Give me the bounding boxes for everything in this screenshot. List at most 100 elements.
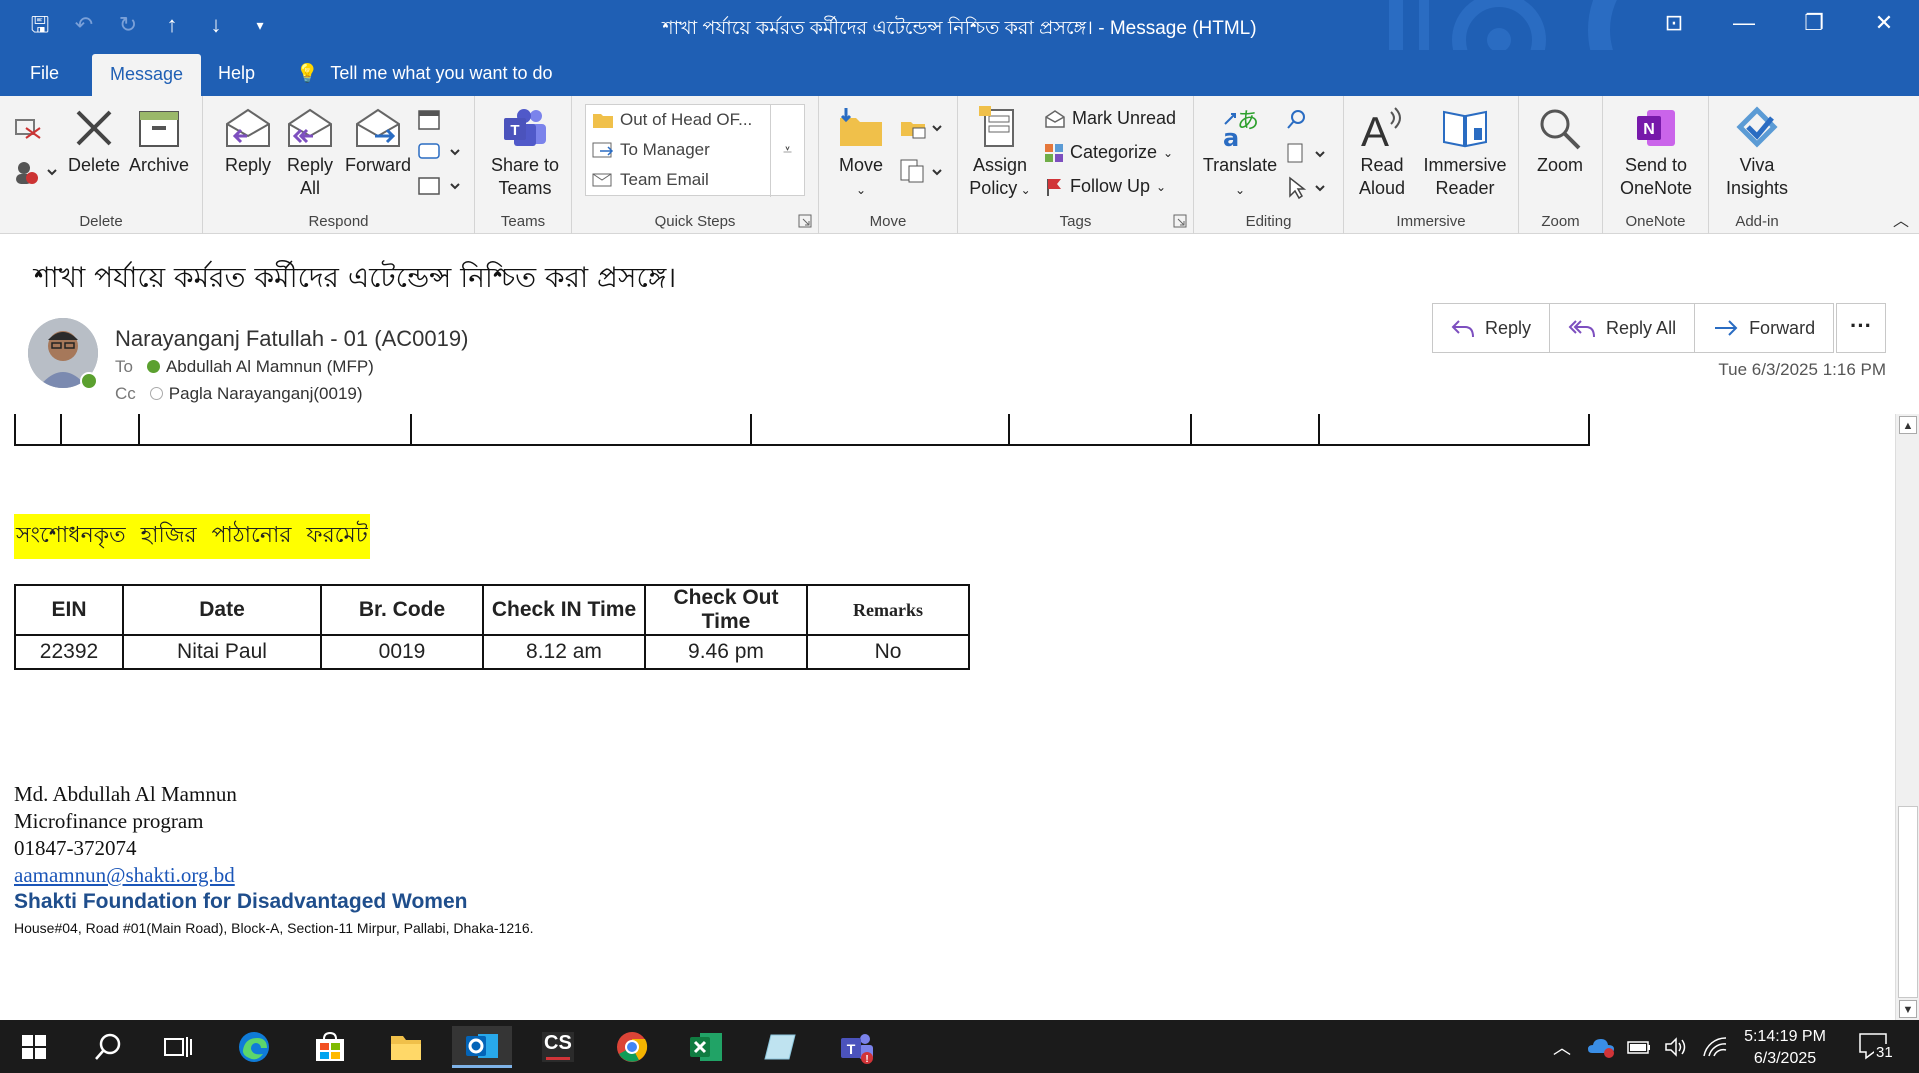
col-header: Date <box>122 584 322 636</box>
related-icon[interactable] <box>1286 142 1330 166</box>
assign-policy-icon <box>979 106 1014 147</box>
immersive-reader-button[interactable]: Immersive Reader <box>1420 106 1510 200</box>
chevron-up-icon[interactable]: ︿ <box>1544 1034 1580 1060</box>
file-explorer-taskbar-button[interactable] <box>376 1026 436 1068</box>
sender-name[interactable]: Narayanganj Fatullah - 01 (AC0019) <box>115 326 468 352</box>
outlook-taskbar-button[interactable] <box>452 1026 512 1068</box>
reply-arrow-icon <box>1451 320 1474 338</box>
battery-icon[interactable] <box>1626 1037 1652 1057</box>
excel-taskbar-button[interactable] <box>676 1026 736 1068</box>
group-label-onenote: OneNote <box>1625 213 1686 230</box>
rules-icon[interactable] <box>899 116 949 140</box>
onedrive-error-icon[interactable] <box>1586 1035 1616 1059</box>
group-label-quick-steps: Quick Steps <box>654 213 736 230</box>
tab-file[interactable]: File <box>12 50 77 96</box>
start-button[interactable] <box>4 1026 64 1068</box>
restore-button[interactable]: ❐ <box>1779 0 1849 50</box>
table-row: 22392 Nitai Paul 0019 8.12 am 9.46 pm No <box>14 634 970 670</box>
more-respond-icon[interactable] <box>417 174 463 198</box>
viva-insights-button[interactable]: Viva Insights <box>1717 106 1797 200</box>
svg-text:あ: あ <box>1237 109 1259 134</box>
meeting-icon[interactable] <box>417 108 443 132</box>
cc-recipient[interactable]: Pagla Narayanganj(0019) <box>169 384 363 403</box>
scroll-down-icon[interactable]: ▼ <box>1899 1000 1917 1018</box>
teams-taskbar-button[interactable]: T! <box>826 1026 886 1068</box>
more-actions-button[interactable]: ··· <box>1836 303 1886 353</box>
translate-button[interactable]: aあ Translate ⌄ <box>1202 106 1278 202</box>
read-aloud-icon: A <box>1361 107 1401 150</box>
ignore-icon[interactable] <box>14 114 42 140</box>
scroll-thumb[interactable] <box>1898 806 1918 998</box>
edge-taskbar-button[interactable] <box>224 1026 284 1068</box>
tell-me-search[interactable]: 💡 Tell me what you want to do <box>296 50 553 96</box>
taskbar-clock[interactable]: 5:14:19 PM 6/3/2025 <box>1730 1026 1840 1070</box>
share-to-teams-button[interactable]: T Share to Teams <box>485 106 565 200</box>
search-taskbar-button[interactable] <box>78 1026 138 1068</box>
reply-button[interactable]: Reply <box>1433 304 1551 352</box>
svg-text:N: N <box>1643 121 1655 138</box>
im-reply-icon[interactable] <box>417 140 463 164</box>
find-icon[interactable] <box>1286 108 1308 130</box>
collapse-ribbon-icon[interactable]: ︿ <box>1893 207 1909 231</box>
scroll-up-icon[interactable]: ▲ <box>1899 416 1917 434</box>
folder-icon <box>391 1036 421 1060</box>
volume-icon[interactable] <box>1664 1036 1688 1058</box>
reply-all-ribbon-button[interactable]: Reply All <box>279 106 341 200</box>
store-taskbar-button[interactable] <box>300 1026 360 1068</box>
forward-ribbon-label: Forward <box>344 155 411 175</box>
zoom-button[interactable]: Zoom <box>1525 106 1595 177</box>
forward-button-label: Forward <box>1749 317 1816 338</box>
group-label-zoom: Zoom <box>1541 213 1580 230</box>
signature-email-link[interactable]: aamamnun@shakti.org.bd <box>14 863 235 887</box>
forward-button[interactable]: Forward <box>1695 304 1833 352</box>
reply-ribbon-button[interactable]: Reply <box>217 106 279 177</box>
group-label-add-in: Add-in <box>1735 213 1779 230</box>
cs-taskbar-button[interactable]: CS <box>528 1026 588 1068</box>
dialog-launcher-icon[interactable] <box>798 214 812 228</box>
assign-policy-button[interactable]: Assign Policy ⌄ <box>968 106 1032 202</box>
notification-center-button[interactable]: 31 <box>1850 1028 1910 1068</box>
categorize-button[interactable]: Categorize ⌄ <box>1044 142 1173 163</box>
dialog-launcher-icon[interactable] <box>1173 214 1187 228</box>
table-cell: 0019 <box>320 634 484 670</box>
reply-all-arrow-icon <box>1568 320 1596 338</box>
read-aloud-button[interactable]: A Read Aloud <box>1350 106 1414 200</box>
chrome-taskbar-button[interactable] <box>602 1026 662 1068</box>
actions-icon[interactable] <box>899 158 949 184</box>
mark-unread-button[interactable]: Mark Unread <box>1044 108 1176 129</box>
table-cell: No <box>806 634 970 670</box>
message-subject: শাখা পর্যায়ে কর্মরত কর্মীদের এটেন্ডেন্স… <box>34 261 677 294</box>
task-view-button[interactable] <box>148 1026 208 1068</box>
minimize-button[interactable]: — <box>1709 0 1779 50</box>
archive-label: Archive <box>128 155 190 175</box>
tab-help[interactable]: Help <box>200 50 273 96</box>
reply-all-envelope-icon <box>288 108 332 147</box>
to-recipient[interactable]: Abdullah Al Mamnun (MFP) <box>166 357 374 376</box>
group-respond: Reply Reply All Forward Respond <box>203 96 475 234</box>
move-button[interactable]: Move ⌄ <box>831 106 891 202</box>
select-icon[interactable] <box>1286 176 1330 200</box>
forward-envelope-small-icon <box>592 142 614 158</box>
tab-message[interactable]: Message <box>92 54 202 96</box>
menu-bar: File Message Help 💡 Tell me what you want… <box>0 50 1919 96</box>
reply-envelope-icon <box>226 108 270 147</box>
col-header: Check IN Time <box>482 584 646 636</box>
forward-ribbon-button[interactable]: Forward <box>343 106 413 177</box>
reply-all-button[interactable]: Reply All <box>1550 304 1696 352</box>
delete-button[interactable]: Delete <box>66 106 122 177</box>
wifi-icon[interactable] <box>1702 1036 1728 1058</box>
archive-button[interactable]: Archive <box>126 106 192 177</box>
clock-date: 6/3/2025 <box>1753 1050 1817 1067</box>
translate-label: Translate <box>1202 155 1278 175</box>
cleanup-icon[interactable] <box>14 158 58 186</box>
ribbon-display-icon[interactable]: ⊡ <box>1639 0 1709 50</box>
follow-up-button[interactable]: Follow Up ⌄ <box>1044 176 1166 197</box>
outlook-icon <box>466 1033 498 1058</box>
quick-steps-more-icon[interactable]: ⩡ <box>770 105 804 197</box>
vertical-scrollbar[interactable]: ▲ ▼ <box>1895 414 1919 1020</box>
send-to-onenote-button[interactable]: N Send to OneNote <box>1611 106 1701 200</box>
attendance-table: EIN Date Br. Code Check IN Time Check Ou… <box>14 584 970 670</box>
close-button[interactable]: ✕ <box>1849 0 1919 50</box>
notes-taskbar-button[interactable] <box>750 1026 810 1068</box>
group-label-tags: Tags <box>1059 213 1092 230</box>
